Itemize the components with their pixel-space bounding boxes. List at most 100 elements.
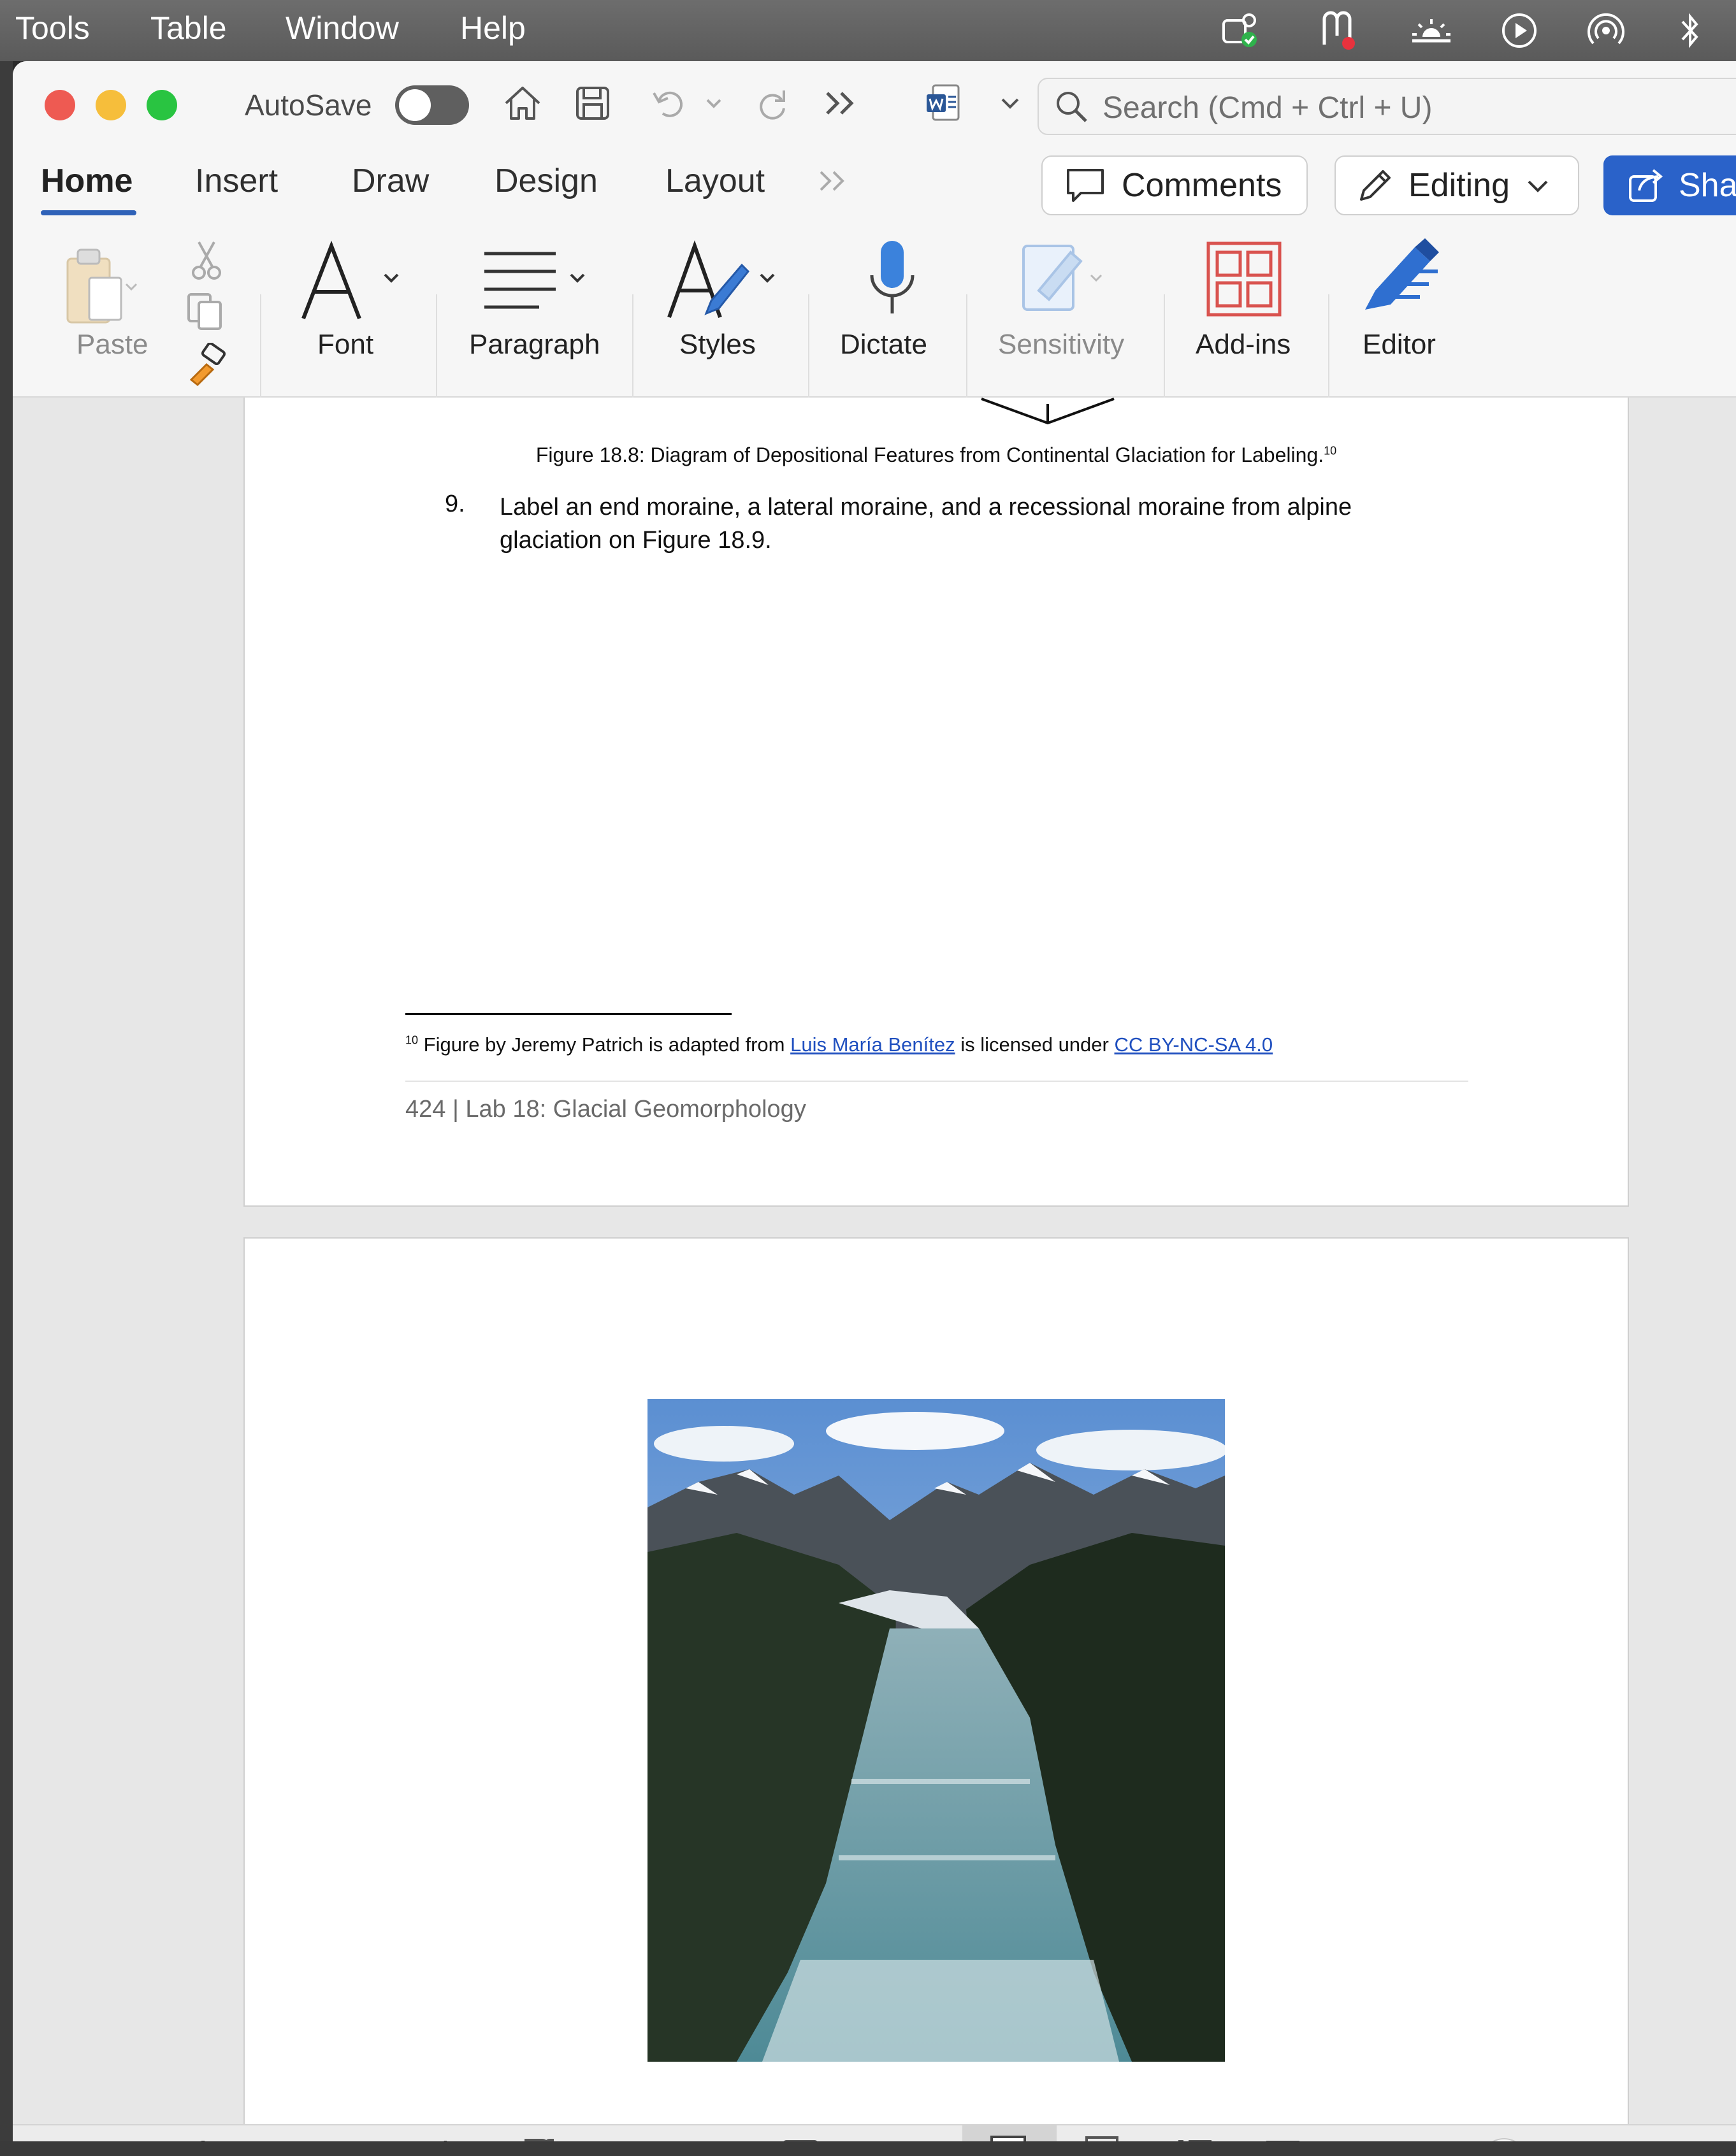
glacier-valley-photo[interactable] [647,1399,1225,2062]
search-placeholder: Search (Cmd + Ctrl + U) [1103,91,1433,125]
redo-icon[interactable] [746,80,797,126]
figure-caption-ref: 10 [1324,444,1337,457]
paste-label: Paste [76,329,148,360]
editor-group[interactable]: Editor [1347,224,1494,396]
undo-icon[interactable] [644,80,695,126]
status-bar: Page 3 of 13 3419 words Focus 8 [13,2124,1736,2141]
footnote-number: 10 [405,1033,419,1047]
zoom-out-icon[interactable] [1345,2132,1377,2141]
focus-label[interactable]: Focus [837,2136,921,2141]
print-layout-view-button[interactable] [962,2125,1057,2141]
comment-icon [1064,166,1106,205]
focus-icon[interactable] [775,2132,826,2141]
format-painter-icon[interactable] [185,341,229,391]
menu-tools[interactable]: Tools [15,9,90,47]
footnote-author-link[interactable]: Luis María Benítez [790,1033,955,1056]
sensitivity-group[interactable]: Sensitivity [981,224,1166,396]
tab-draw[interactable]: Draw [352,162,429,200]
addins-grid-icon [1204,240,1284,322]
styles-icon [665,240,755,326]
question-text: Label an end moraine, a lateral moraine,… [500,494,1352,554]
paste-icon[interactable] [64,243,140,329]
autosave-toggle[interactable] [395,85,469,125]
minimize-button[interactable] [96,90,126,120]
chevron-down-icon[interactable] [994,80,1026,126]
search-icon [1053,88,1091,129]
question-number: 9. [445,491,465,517]
tab-layout[interactable]: Layout [665,162,765,200]
editing-mode-button[interactable]: Editing [1335,155,1579,215]
footnote-prefix: Figure by Jeremy Patrich is adapted from [423,1033,785,1056]
tab-insert[interactable]: Insert [195,162,278,200]
ribbon-tabs: Home Insert Draw Design Layout Comments … [13,149,1736,224]
zoom-in-icon[interactable] [1657,2132,1689,2141]
addins-label: Add-ins [1196,329,1291,360]
bluetooth-icon[interactable] [1667,8,1713,54]
pencil-icon [1355,165,1396,206]
more-commands-icon[interactable] [816,80,867,126]
save-icon[interactable] [567,80,618,126]
autosave-label: AutoSave [245,89,372,122]
footnote-license-link[interactable]: CC BY-NC-SA 4.0 [1114,1033,1273,1056]
close-button[interactable] [45,90,75,120]
home-icon[interactable] [497,80,548,126]
share-label: Sha [1679,167,1736,204]
outline-view-icon[interactable] [1166,2132,1224,2141]
figure-caption-text: Figure 18.8: Diagram of Depositional Fea… [535,443,1324,466]
sensitivity-icon [1020,240,1103,319]
footnote-separator [405,1013,732,1015]
styles-label: Styles [679,329,756,360]
document-canvas[interactable]: Figure 18.8: Diagram of Depositional Fea… [13,398,1736,2124]
zoom-percentage[interactable]: 8 [1723,2136,1736,2141]
teams-status-icon[interactable] [1217,8,1263,54]
maximize-button[interactable] [147,90,177,120]
font-group[interactable]: Font [280,224,433,396]
dictate-group[interactable]: Dictate [828,224,969,396]
editing-label: Editing [1408,167,1510,204]
airdrop-icon[interactable] [1583,8,1629,54]
more-tabs-icon[interactable] [817,168,850,197]
word-count[interactable]: 3419 words [306,2136,464,2141]
toggle-knob [399,89,431,121]
paragraph-group[interactable]: Paragraph [459,224,631,396]
page-indicator[interactable]: Page 3 of 13 [74,2136,247,2141]
proofing-icon[interactable] [519,2132,570,2141]
paragraph-label: Paragraph [469,329,600,360]
undo-dropdown-chevron-icon[interactable] [701,80,727,126]
play-icon[interactable] [1496,8,1542,54]
page-footer: 424 | Lab 18: Glacial Geomorphology [405,1096,806,1123]
cut-icon[interactable] [187,240,226,284]
ribbon-toolbar: Paste Font Paragraph Styles Dictate Sens… [13,224,1736,454]
comments-button[interactable]: Comments [1041,155,1308,215]
share-button[interactable]: Sha [1603,155,1736,215]
word-document-icon[interactable] [918,80,969,126]
document-page[interactable] [243,1237,1629,2124]
macos-menu-bar: Tools Table Window Help [0,0,1736,61]
editor-pen-icon [1359,233,1448,319]
title-bar: AutoSave Search (Cmd + Ctrl + U) [13,61,1736,149]
chevron-down-icon [568,271,586,287]
draft-view-icon[interactable] [1254,2132,1312,2141]
tab-home[interactable]: Home [41,162,133,200]
word-window: AutoSave Search (Cmd + Ctrl + U) Home In… [13,61,1736,2141]
document-page[interactable]: Figure 18.8: Diagram of Depositional Fea… [243,398,1629,1207]
footer-rule [405,1081,1468,1082]
addins-group[interactable]: Add-ins [1179,224,1332,396]
menu-window[interactable]: Window [286,9,399,47]
brightness-icon[interactable] [1408,8,1454,54]
desktop-background [0,2141,1736,2156]
menu-help[interactable]: Help [460,9,526,47]
styles-group[interactable]: Styles [656,224,816,396]
search-box[interactable]: Search (Cmd + Ctrl + U) [1038,78,1736,135]
microphone-icon [860,237,924,323]
web-layout-view-icon[interactable] [1077,2132,1134,2141]
menu-table[interactable]: Table [150,9,227,47]
figure-caption: Figure 18.8: Diagram of Depositional Fea… [245,443,1628,467]
tab-design[interactable]: Design [495,162,598,200]
copy-icon[interactable] [185,291,226,334]
editor-label: Editor [1363,329,1436,360]
meeting-app-icon[interactable] [1315,8,1361,54]
chevron-down-icon [758,271,776,287]
font-icon [297,240,373,326]
footnote-middle: is licensed under [960,1033,1109,1056]
